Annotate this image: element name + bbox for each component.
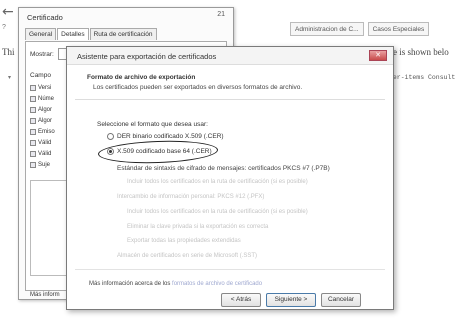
browser-tabs: Administracion de C... Casos Especiales — [290, 22, 456, 38]
field-label: Núme — [38, 95, 55, 102]
wizard-subheading: Los certificados pueden ser exportados e… — [93, 84, 303, 91]
export-wizard-dialog: Asistente para exportación de certificad… — [66, 46, 394, 310]
radio-icon[interactable] — [107, 133, 114, 140]
list-item[interactable]: Válid — [30, 148, 60, 159]
background-number: ? — [2, 24, 6, 31]
option-pkcs7[interactable]: Estándar de sintaxis de cifrado de mensa… — [117, 165, 330, 172]
divider — [75, 99, 385, 100]
wizard-heading: Formato de archivo de exportación — [87, 74, 196, 81]
field-label: Emiso — [38, 128, 55, 135]
list-item[interactable]: Algor — [30, 115, 60, 126]
format-prompt: Seleccione el formato que desea usar: — [97, 121, 208, 128]
list-item[interactable]: Núme — [30, 93, 60, 104]
background-text-right: ree is shown belo — [386, 47, 449, 57]
disabled-option: Intercambio de información personal: PKC… — [117, 194, 265, 200]
list-item[interactable]: Versi — [30, 82, 60, 93]
field-icon — [30, 139, 36, 146]
disabled-option: Eliminar la clave privada si la exportac… — [127, 224, 269, 230]
back-button[interactable]: < Atrás — [221, 293, 261, 307]
disabled-option: Exportar todas las propiedades extendida… — [127, 238, 241, 244]
field-icon — [30, 106, 36, 113]
list-item[interactable]: Válid — [30, 137, 60, 148]
field-list: Versi Núme Algor Algor Emiso Válid Válid… — [30, 82, 60, 170]
field-icon — [30, 128, 36, 135]
field-icon — [30, 117, 36, 124]
field-column-header[interactable]: Campo — [30, 72, 51, 79]
close-icon[interactable]: ✕ — [369, 50, 387, 61]
more-info-text: Más información acerca de los — [89, 281, 171, 287]
certificate-tabs: General Detalles Ruta de certificación — [25, 28, 158, 40]
cancel-button[interactable]: Cancelar — [321, 293, 361, 307]
certificate-window-title: Certificado — [27, 13, 63, 22]
disabled-option: Incluir todos los certificados en la rut… — [127, 179, 308, 185]
radio-label: DER binario codificado X.509 (.CER) — [117, 133, 224, 140]
show-label: Mostrar: — [30, 51, 54, 58]
hand-drawn-circle-annotation — [97, 138, 219, 166]
tab-details[interactable]: Detalles — [57, 28, 89, 40]
file-formats-link[interactable]: formatos de archivo de certificado — [172, 281, 262, 287]
background-code: ser-items Consult — [389, 74, 456, 81]
tab-certification-path[interactable]: Ruta de certificación — [89, 28, 157, 40]
field-icon — [30, 161, 36, 168]
next-button[interactable]: Siguiente > — [266, 293, 316, 307]
more-info-row: Más información acerca de los formatos d… — [89, 281, 262, 287]
wizard-titlebar: Asistente para exportación de certificad… — [67, 47, 393, 65]
field-label: Versi — [38, 84, 52, 91]
bullet-icon: ▾ — [8, 75, 12, 81]
field-label: Válid — [38, 150, 52, 157]
browser-tab[interactable]: Casos Especiales — [367, 22, 430, 36]
background-text-left: Thi — [2, 47, 15, 57]
divider — [75, 269, 385, 270]
field-label: Algor — [38, 117, 53, 124]
field-icon — [30, 95, 36, 102]
field-icon — [30, 150, 36, 157]
field-label: Suje — [38, 161, 51, 168]
disabled-option: Almacén de certificados en serie de Micr… — [117, 253, 258, 259]
back-arrow-icon[interactable]: ← — [2, 4, 14, 20]
field-icon — [30, 84, 36, 91]
wizard-title: Asistente para exportación de certificad… — [77, 52, 217, 61]
list-item[interactable]: Suje — [30, 159, 60, 170]
list-item[interactable]: Algor — [30, 104, 60, 115]
window-number: 21 — [217, 11, 225, 18]
more-info-link[interactable]: Más inform — [30, 292, 60, 298]
radio-der-binary[interactable]: DER binario codificado X.509 (.CER) — [107, 133, 224, 140]
field-label: Válid — [38, 139, 52, 146]
field-label: Algor — [38, 106, 53, 113]
tab-general[interactable]: General — [25, 28, 57, 40]
list-item[interactable]: Emiso — [30, 126, 60, 137]
browser-tab[interactable]: Administracion de C... — [290, 22, 364, 36]
disabled-option: Incluir todos los certificados en la rut… — [127, 209, 308, 215]
